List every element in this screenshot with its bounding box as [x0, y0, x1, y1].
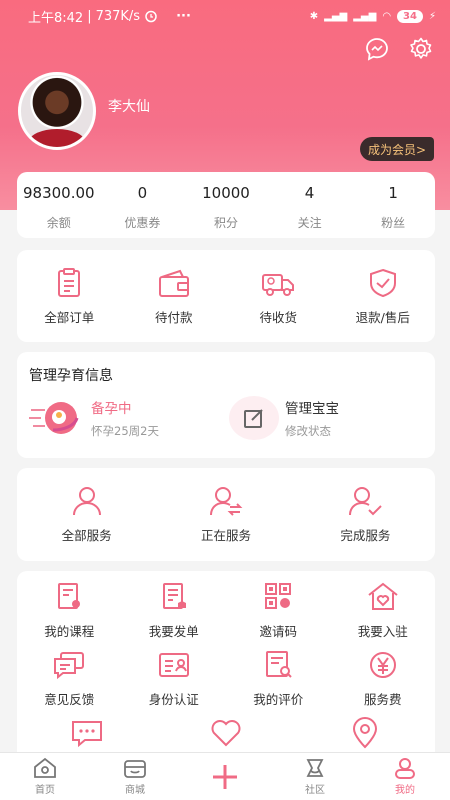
- my-courses-button[interactable]: 我的课程: [17, 581, 122, 640]
- all-orders-button[interactable]: 全部订单: [17, 250, 122, 342]
- edit-icon-wrap: [229, 396, 279, 440]
- refund-aftersale-button[interactable]: 退款/售后: [331, 250, 436, 342]
- clipboard-icon: [58, 267, 81, 297]
- user-icon: [395, 758, 415, 779]
- tab-mine[interactable]: 我的: [360, 753, 450, 800]
- become-member-button[interactable]: 成为会员>: [359, 137, 434, 161]
- course-icon: [58, 583, 81, 609]
- community-icon: [306, 759, 324, 777]
- shop-icon: [124, 760, 146, 778]
- person-exchange-icon: [209, 487, 243, 516]
- manage-baby-button[interactable]: 管理宝宝 修改状态: [229, 396, 339, 440]
- invite-code-button[interactable]: 邀请码: [226, 581, 331, 640]
- chat-button[interactable]: [17, 717, 156, 749]
- tab-community[interactable]: 社区: [270, 753, 360, 800]
- tab-shop[interactable]: 商城: [90, 753, 180, 800]
- plus-icon: [213, 764, 237, 789]
- battery-icon: 34: [397, 9, 423, 23]
- manage-baby-sub: 修改状态: [285, 424, 331, 438]
- home-heart-icon: [368, 582, 398, 610]
- home-icon: [34, 757, 56, 778]
- alarm-icon: [145, 10, 157, 23]
- location-button[interactable]: [296, 717, 435, 749]
- pregnancy-card: 管理孕育信息 备孕中 怀孕25周2天 管理宝宝 修改状态: [17, 352, 435, 458]
- person-check-icon: [349, 487, 383, 516]
- status-bar: 上午8:42 | 737K/s ··· ✱ ▂▄▆ ▂▄▆ ◠ 34 ⚡: [28, 8, 436, 26]
- id-card-icon: [158, 653, 189, 677]
- chat-icon: [71, 721, 102, 748]
- feedback-button[interactable]: 意见反馈: [17, 649, 122, 708]
- stat-fans[interactable]: 1 粉丝: [351, 172, 435, 238]
- charging-icon: ⚡: [428, 10, 436, 22]
- yen-icon: [369, 652, 396, 678]
- edit-icon: [244, 409, 263, 428]
- bottom-tab-bar: 首页 商城 社区 我的: [0, 752, 450, 800]
- services-card: 全部服务 正在服务 完成服务: [17, 468, 435, 561]
- network-speed: 737K/s: [95, 8, 141, 24]
- join-button[interactable]: 我要入驻: [331, 581, 436, 640]
- pregnancy-status-button[interactable]: 备孕中 怀孕25周2天: [29, 396, 159, 440]
- message-icon[interactable]: [364, 36, 390, 62]
- all-services-button[interactable]: 全部服务: [17, 468, 156, 561]
- qr-code-icon: [265, 583, 292, 609]
- heart-icon: [211, 720, 241, 747]
- avatar[interactable]: [18, 72, 96, 150]
- username[interactable]: 李大仙: [108, 96, 150, 116]
- completed-services-button[interactable]: 完成服务: [296, 468, 435, 561]
- orders-card: 全部订单 待付款 待收货 退款/售后: [17, 250, 435, 342]
- pregnancy-title: 管理孕育信息: [29, 368, 113, 384]
- post-order-icon: [162, 583, 186, 609]
- shield-check-icon: [369, 268, 396, 297]
- stats-card: 98300.00 余额 0 优惠券 10000 积分 4 关注 1 粉丝: [17, 172, 435, 238]
- signal-icon-2: ▂▄▆: [353, 10, 377, 22]
- wifi-icon: ◠: [382, 10, 392, 22]
- pregnancy-icon: [29, 402, 79, 434]
- tab-post[interactable]: [180, 753, 270, 800]
- favorites-button[interactable]: [156, 717, 295, 749]
- stat-points[interactable]: 10000 积分: [184, 172, 268, 238]
- my-reviews-button[interactable]: 我的评价: [226, 649, 331, 708]
- pending-receipt-button[interactable]: 待收货: [226, 250, 331, 342]
- person-icon: [72, 487, 101, 516]
- pregnancy-status-title: 备孕中: [91, 401, 132, 417]
- pregnancy-status-sub: 怀孕25周2天: [91, 424, 159, 438]
- stat-following[interactable]: 4 关注: [268, 172, 352, 238]
- wallet-icon: [158, 269, 189, 297]
- in-service-button[interactable]: 正在服务: [156, 468, 295, 561]
- signal-icon: ▂▄▆: [324, 10, 348, 22]
- manage-baby-title: 管理宝宝: [285, 401, 339, 417]
- review-icon: [266, 651, 292, 678]
- more-icon: ···: [176, 8, 191, 24]
- gear-icon[interactable]: [408, 36, 434, 62]
- feedback-icon: [54, 652, 85, 680]
- service-fee-button[interactable]: 服务费: [331, 649, 436, 708]
- tools-card: 我的课程 我要发单 邀请码 我要入驻 意见反馈 身份认证 我的评价 服务费: [17, 571, 435, 761]
- tab-home[interactable]: 首页: [0, 753, 90, 800]
- bluetooth-icon: ✱: [309, 10, 319, 22]
- stat-balance[interactable]: 98300.00 余额: [17, 172, 101, 238]
- identity-verify-button[interactable]: 身份认证: [122, 649, 227, 708]
- location-icon: [353, 717, 378, 749]
- post-order-button[interactable]: 我要发单: [122, 581, 227, 640]
- status-time: 上午8:42: [28, 10, 84, 26]
- truck-icon: [262, 273, 295, 296]
- pending-payment-button[interactable]: 待付款: [122, 250, 227, 342]
- stat-coupons[interactable]: 0 优惠券: [101, 172, 185, 238]
